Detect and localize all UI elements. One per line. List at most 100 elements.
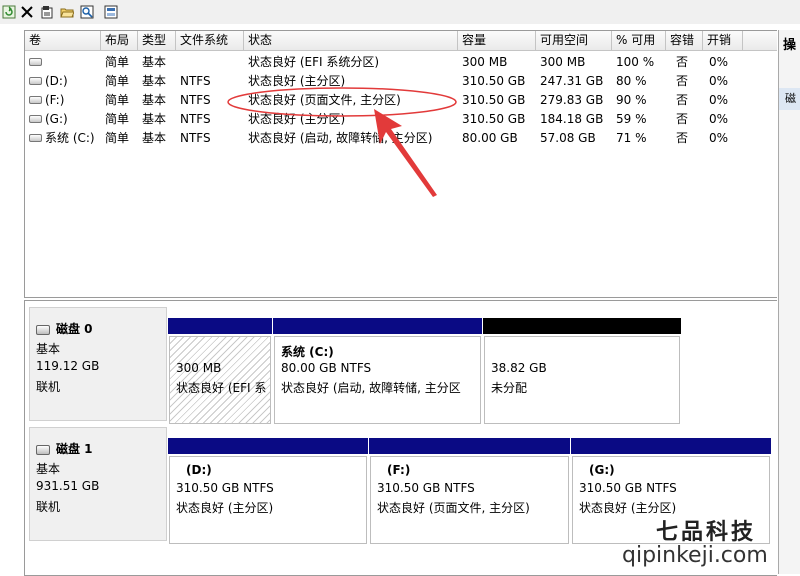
partition-status: 未分配 — [491, 381, 528, 395]
disk-info[interactable]: 磁盘 1 基本 931.51 GB 联机 — [29, 427, 167, 541]
volume-row[interactable]: 简单 基本 状态良好 (EFI 系统分区) 300 MB 300 MB 100 … — [25, 53, 777, 72]
column-header: 卷 布局 类型 文件系统 状态 容量 可用空间 % 可用 容错 开销 — [25, 31, 777, 51]
partition-status: 状态良好 (EFI 系 — [176, 381, 267, 395]
actions-panel: 操 磁 — [778, 30, 800, 574]
volume-list: 卷 布局 类型 文件系统 状态 容量 可用空间 % 可用 容错 开销 简单 基本… — [24, 30, 777, 298]
partition-c[interactable]: 系统 (C:) 80.00 GB NTFS 状态良好 (启动, 故障转储, 主分… — [273, 318, 482, 426]
volume-name: (F:) — [45, 93, 65, 107]
volume-type: 基本 — [142, 112, 167, 126]
volume-overhead: 0% — [709, 131, 729, 145]
volume-filesystem: NTFS — [180, 93, 211, 107]
col-percent-free[interactable]: % 可用 — [612, 31, 666, 50]
volume-fault-tolerance: 否 — [676, 74, 689, 88]
volume-status: 状态良好 (EFI 系统分区) — [248, 55, 380, 69]
volume-filesystem: NTFS — [180, 112, 211, 126]
volume-status: 状态良好 (页面文件, 主分区) — [248, 93, 401, 107]
volume-free: 57.08 GB — [540, 131, 596, 145]
volume-percent: 71 % — [616, 131, 647, 145]
help-icon[interactable] — [104, 5, 118, 19]
volume-capacity: 300 MB — [462, 55, 508, 69]
volume-capacity: 310.50 GB — [462, 93, 526, 107]
volume-row[interactable]: (G:) 简单 基本 NTFS 状态良好 (主分区) 310.50 GB 184… — [25, 110, 777, 129]
col-layout[interactable]: 布局 — [101, 31, 138, 50]
partition-size: 38.82 GB — [491, 361, 547, 375]
disk-name: 磁盘 1 — [56, 442, 93, 456]
volume-type: 基本 — [142, 74, 167, 88]
properties-icon[interactable] — [40, 5, 54, 19]
watermark-url: qipinkeji.com — [622, 543, 768, 568]
close-icon[interactable] — [20, 5, 34, 19]
disk-size: 931.51 GB — [36, 479, 100, 493]
volume-fault-tolerance: 否 — [676, 112, 689, 126]
partition-title: (D:) — [186, 463, 212, 477]
volume-layout: 简单 — [105, 131, 130, 145]
volume-overhead: 0% — [709, 93, 729, 107]
open-folder-icon[interactable] — [60, 5, 74, 19]
col-type[interactable]: 类型 — [138, 31, 176, 50]
volume-icon — [29, 114, 42, 123]
volume-percent: 90 % — [616, 93, 647, 107]
disk-row[interactable]: 磁盘 0 基本 119.12 GB 联机 300 MB 状态良好 (EFI 系 … — [25, 301, 777, 424]
partition-size: 310.50 GB NTFS — [176, 481, 274, 495]
volume-row[interactable]: 系统 (C:) 简单 基本 NTFS 状态良好 (启动, 故障转储, 主分区) … — [25, 129, 777, 148]
disk-size: 119.12 GB — [36, 359, 100, 373]
col-status[interactable]: 状态 — [244, 31, 458, 50]
col-capacity[interactable]: 容量 — [458, 31, 536, 50]
disk-status: 联机 — [36, 380, 61, 394]
col-fault-tolerance[interactable]: 容错 — [666, 31, 703, 50]
disk-type: 基本 — [36, 342, 61, 356]
refresh-icon[interactable] — [2, 5, 16, 19]
volume-percent: 59 % — [616, 112, 647, 126]
col-filesystem[interactable]: 文件系统 — [176, 31, 244, 50]
volume-filesystem: NTFS — [180, 131, 211, 145]
disk-status: 联机 — [36, 500, 61, 514]
explore-icon[interactable] — [80, 5, 94, 19]
partition-unallocated[interactable]: 38.82 GB 未分配 — [483, 318, 681, 426]
partition-title: (F:) — [387, 463, 411, 477]
col-volume[interactable]: 卷 — [25, 31, 101, 50]
col-free-space[interactable]: 可用空间 — [536, 31, 612, 50]
partition-efi[interactable]: 300 MB 状态良好 (EFI 系 — [168, 318, 272, 426]
volume-free: 279.83 GB — [540, 93, 604, 107]
partition-size: 310.50 GB NTFS — [579, 481, 677, 495]
volume-type: 基本 — [142, 55, 167, 69]
volume-capacity: 310.50 GB — [462, 112, 526, 126]
volume-type: 基本 — [142, 131, 167, 145]
volume-type: 基本 — [142, 93, 167, 107]
volume-name: (G:) — [45, 112, 68, 126]
disk-name: 磁盘 0 — [56, 322, 93, 336]
volume-layout: 简单 — [105, 55, 130, 69]
volume-fault-tolerance: 否 — [676, 55, 689, 69]
volume-percent: 100 % — [616, 55, 655, 69]
volume-capacity: 80.00 GB — [462, 131, 518, 145]
volume-icon — [29, 76, 42, 85]
volume-status: 状态良好 (启动, 故障转储, 主分区) — [248, 131, 433, 145]
volume-percent: 80 % — [616, 74, 647, 88]
actions-item[interactable]: 磁 — [779, 88, 800, 110]
partition-d[interactable]: (D:) 310.50 GB NTFS 状态良好 (主分区) — [168, 438, 368, 546]
volume-overhead: 0% — [709, 74, 729, 88]
partition-size: 300 MB — [176, 361, 222, 375]
volume-fault-tolerance: 否 — [676, 93, 689, 107]
volume-status: 状态良好 (主分区) — [248, 112, 346, 126]
volume-layout: 简单 — [105, 93, 130, 107]
volume-row[interactable]: (D:) 简单 基本 NTFS 状态良好 (主分区) 310.50 GB 247… — [25, 72, 777, 91]
volume-icon — [29, 57, 42, 66]
volume-row[interactable]: (F:) 简单 基本 NTFS 状态良好 (页面文件, 主分区) 310.50 … — [25, 91, 777, 110]
volume-icon — [29, 133, 42, 142]
watermark-name: 七品科技 — [656, 519, 757, 545]
partition-size: 310.50 GB NTFS — [377, 481, 475, 495]
volume-overhead: 0% — [709, 112, 729, 126]
volume-layout: 简单 — [105, 74, 130, 88]
toolbar — [0, 0, 800, 24]
partition-size: 80.00 GB NTFS — [281, 361, 372, 375]
partition-f[interactable]: (F:) 310.50 GB NTFS 状态良好 (页面文件, 主分区) — [369, 438, 570, 546]
volume-name: (D:) — [45, 74, 68, 88]
disk-type: 基本 — [36, 462, 61, 476]
disk-info[interactable]: 磁盘 0 基本 119.12 GB 联机 — [29, 307, 167, 421]
volume-layout: 简单 — [105, 112, 130, 126]
volume-name: 系统 (C:) — [45, 131, 95, 145]
col-overhead[interactable]: 开销 — [703, 31, 743, 50]
volume-icon — [29, 95, 42, 104]
volume-filesystem: NTFS — [180, 74, 211, 88]
